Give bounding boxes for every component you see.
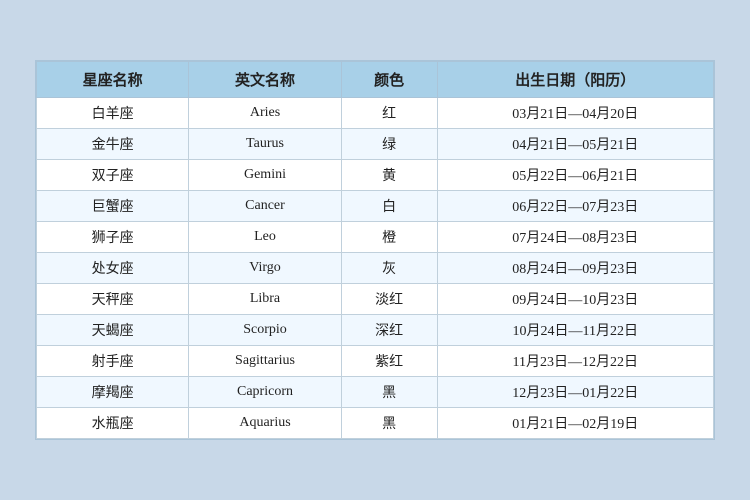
cell-date: 08月24日—09月23日 — [437, 253, 713, 284]
cell-zh: 狮子座 — [37, 222, 189, 253]
cell-zh: 巨蟹座 — [37, 191, 189, 222]
cell-zh: 水瓶座 — [37, 408, 189, 439]
table-row: 金牛座Taurus绿04月21日—05月21日 — [37, 129, 714, 160]
cell-zh: 处女座 — [37, 253, 189, 284]
cell-en: Virgo — [189, 253, 341, 284]
table-row: 双子座Gemini黄05月22日—06月21日 — [37, 160, 714, 191]
cell-en: Aquarius — [189, 408, 341, 439]
cell-date: 03月21日—04月20日 — [437, 98, 713, 129]
cell-zh: 白羊座 — [37, 98, 189, 129]
cell-date: 10月24日—11月22日 — [437, 315, 713, 346]
table-row: 处女座Virgo灰08月24日—09月23日 — [37, 253, 714, 284]
table-row: 天秤座Libra淡红09月24日—10月23日 — [37, 284, 714, 315]
col-header-color: 颜色 — [341, 62, 437, 98]
col-header-en: 英文名称 — [189, 62, 341, 98]
cell-en: Leo — [189, 222, 341, 253]
cell-color: 黑 — [341, 408, 437, 439]
cell-zh: 摩羯座 — [37, 377, 189, 408]
cell-color: 黄 — [341, 160, 437, 191]
cell-en: Capricorn — [189, 377, 341, 408]
cell-color: 深红 — [341, 315, 437, 346]
cell-color: 黑 — [341, 377, 437, 408]
cell-date: 05月22日—06月21日 — [437, 160, 713, 191]
cell-color: 紫红 — [341, 346, 437, 377]
cell-en: Aries — [189, 98, 341, 129]
cell-en: Taurus — [189, 129, 341, 160]
cell-date: 09月24日—10月23日 — [437, 284, 713, 315]
cell-zh: 天蝎座 — [37, 315, 189, 346]
cell-color: 淡红 — [341, 284, 437, 315]
cell-date: 01月21日—02月19日 — [437, 408, 713, 439]
cell-date: 07月24日—08月23日 — [437, 222, 713, 253]
cell-en: Gemini — [189, 160, 341, 191]
table-row: 射手座Sagittarius紫红11月23日—12月22日 — [37, 346, 714, 377]
cell-color: 灰 — [341, 253, 437, 284]
col-header-date: 出生日期（阳历） — [437, 62, 713, 98]
cell-zh: 天秤座 — [37, 284, 189, 315]
cell-en: Libra — [189, 284, 341, 315]
cell-en: Scorpio — [189, 315, 341, 346]
cell-date: 11月23日—12月22日 — [437, 346, 713, 377]
table-header-row: 星座名称 英文名称 颜色 出生日期（阳历） — [37, 62, 714, 98]
table-row: 狮子座Leo橙07月24日—08月23日 — [37, 222, 714, 253]
cell-en: Cancer — [189, 191, 341, 222]
zodiac-table: 星座名称 英文名称 颜色 出生日期（阳历） 白羊座Aries红03月21日—04… — [36, 61, 714, 439]
table-row: 白羊座Aries红03月21日—04月20日 — [37, 98, 714, 129]
table-row: 巨蟹座Cancer白06月22日—07月23日 — [37, 191, 714, 222]
cell-zh: 射手座 — [37, 346, 189, 377]
table-row: 摩羯座Capricorn黑12月23日—01月22日 — [37, 377, 714, 408]
cell-color: 红 — [341, 98, 437, 129]
table-row: 水瓶座Aquarius黑01月21日—02月19日 — [37, 408, 714, 439]
cell-color: 白 — [341, 191, 437, 222]
cell-zh: 双子座 — [37, 160, 189, 191]
cell-date: 04月21日—05月21日 — [437, 129, 713, 160]
cell-date: 06月22日—07月23日 — [437, 191, 713, 222]
cell-zh: 金牛座 — [37, 129, 189, 160]
cell-color: 橙 — [341, 222, 437, 253]
table-row: 天蝎座Scorpio深红10月24日—11月22日 — [37, 315, 714, 346]
cell-color: 绿 — [341, 129, 437, 160]
cell-en: Sagittarius — [189, 346, 341, 377]
zodiac-table-wrapper: 星座名称 英文名称 颜色 出生日期（阳历） 白羊座Aries红03月21日—04… — [35, 60, 715, 440]
cell-date: 12月23日—01月22日 — [437, 377, 713, 408]
col-header-zh: 星座名称 — [37, 62, 189, 98]
